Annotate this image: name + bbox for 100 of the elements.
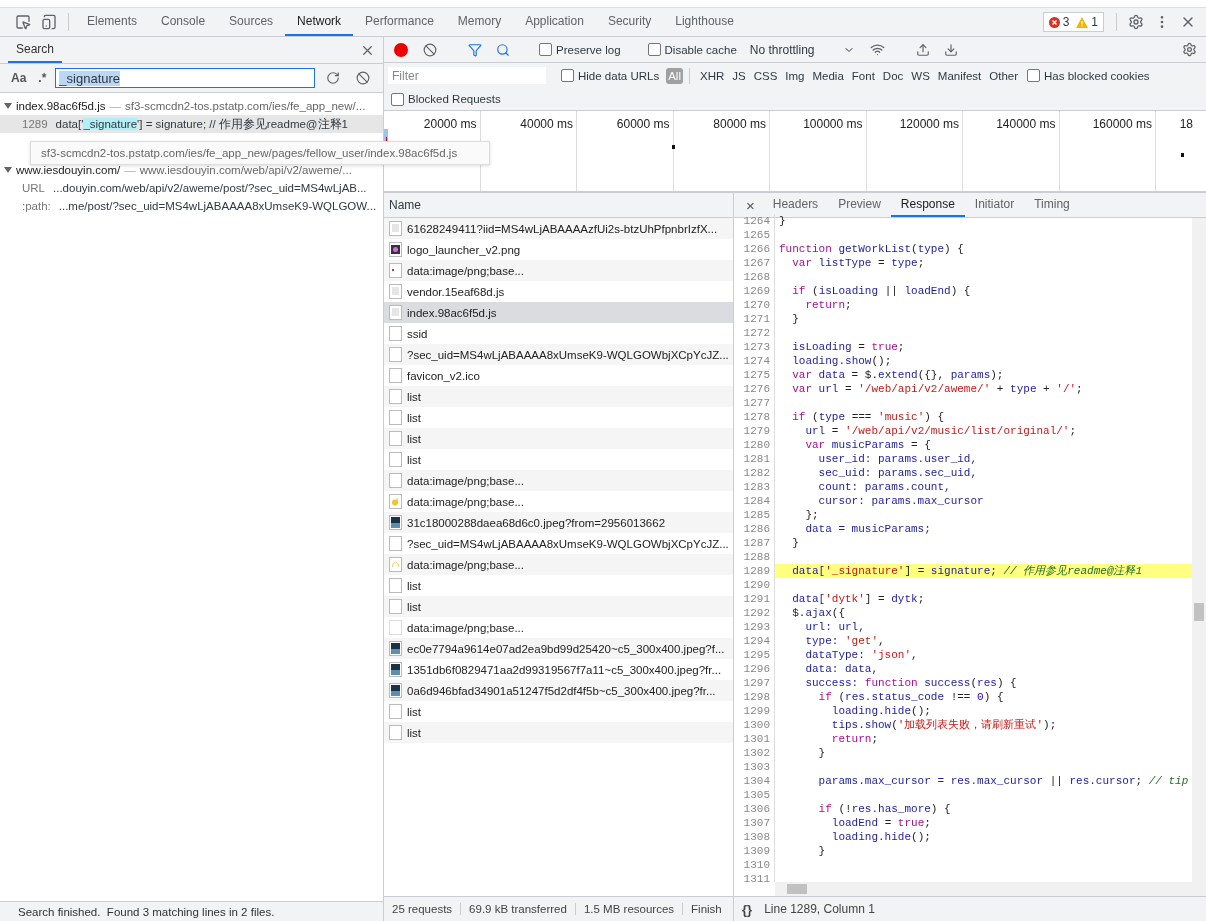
code-line: } <box>817 844 827 858</box>
panel-tab[interactable]: Console <box>149 8 218 36</box>
request-row[interactable]: list <box>384 386 733 407</box>
type-filter[interactable]: Img <box>783 67 807 84</box>
detail-tab[interactable]: Initiator <box>964 193 1025 217</box>
search-match[interactable]: :path: ...me/post/?sec_uid=MS4wLjABAAAA8xUmseK9-WQLGOW... <box>0 197 383 215</box>
search-match[interactable]: URL ...douyin.com/web/api/v2/aweme/post/?sec_uid=MS4wLjAB... <box>0 179 383 197</box>
line-number: 1290 <box>734 578 775 592</box>
image-file-icon <box>389 683 402 698</box>
panel-tab[interactable]: Security <box>595 8 664 36</box>
summary-text: 69.9 kB transferred <box>461 903 576 915</box>
horizontal-scrollbar[interactable] <box>775 882 1192 896</box>
vertical-scrollbar[interactable] <box>1192 218 1206 896</box>
file-icon <box>389 389 402 404</box>
type-filter[interactable]: Other <box>987 67 1021 84</box>
line-number: 1282 <box>734 466 775 480</box>
type-filter[interactable]: Font <box>849 67 877 84</box>
request-row[interactable]: index.98ac6f5d.js <box>384 302 733 323</box>
code-line: $.ajax({ <box>791 606 846 620</box>
request-row[interactable]: 61628249411?iid=MS4wLjABAAAAzfUi2s-btzUhPfpnbrIzfX... <box>384 218 733 239</box>
request-row[interactable]: 31c18000288daea68d6c0.jpeg?from=2956013662 <box>384 512 733 533</box>
wifi-icon[interactable] <box>869 42 885 57</box>
file-icon <box>389 431 402 446</box>
panel-tab[interactable]: Memory <box>445 8 514 36</box>
clear-icon[interactable] <box>356 71 370 85</box>
request-row[interactable]: ec0e7794a9614e07ad2ea9bd99d25420~c5_300x400.jpeg?f... <box>384 638 733 659</box>
file-name: index.98ac6f5d.js <box>16 100 106 112</box>
record-button[interactable] <box>394 42 408 57</box>
line-number: 1304 <box>734 774 775 788</box>
code-line: } <box>778 214 787 228</box>
request-row[interactable]: list <box>384 722 733 743</box>
time-tick: 100000 ms <box>803 117 863 131</box>
caret-icon[interactable] <box>4 102 12 110</box>
type-filter[interactable]: Doc <box>880 67 906 84</box>
detail-tab[interactable]: Timing <box>1024 193 1080 217</box>
code-line: var musicParams = { <box>804 438 932 452</box>
checkbox[interactable]: Disable cache <box>647 43 737 56</box>
type-filter[interactable]: XHR <box>697 67 727 84</box>
summary-text: 1.5 MB resources <box>575 903 684 915</box>
time-tick: 40000 ms <box>520 117 573 131</box>
detail-tab[interactable]: Preview <box>828 193 891 217</box>
type-filter[interactable]: CSS <box>751 67 780 84</box>
refresh-icon[interactable] <box>326 71 340 85</box>
checkbox[interactable]: Blocked Requests <box>391 92 501 106</box>
pretty-print-button[interactable]: {} <box>742 901 753 917</box>
line-number: 1271 <box>734 312 775 326</box>
filter-icon[interactable] <box>468 42 482 57</box>
line-number: 1297 <box>734 676 775 690</box>
type-filter[interactable]: WS <box>909 67 932 84</box>
panel-tab[interactable]: Elements <box>75 8 150 36</box>
filter-field[interactable]: Filter <box>388 67 546 84</box>
request-row[interactable]: data:image/png;base... <box>384 260 733 281</box>
script-file-icon <box>389 284 402 299</box>
close-button[interactable]: × <box>738 193 763 217</box>
request-row[interactable]: ?sec_uid=MS4wLjABAAAA8xUmseK9-WQLGOWbjXCpYcJZ... <box>384 344 733 365</box>
search-field[interactable]: _signature <box>55 68 315 88</box>
summary-text: 25 requests <box>384 903 462 915</box>
column-header[interactable]: Name <box>389 198 421 212</box>
panel-tab[interactable]: Lighthouse <box>663 8 746 36</box>
settings-icon[interactable] <box>1182 42 1197 57</box>
request-row[interactable]: data:image/png;base... <box>384 554 733 575</box>
time-tick: 20000 ms <box>423 117 477 131</box>
panel-tab[interactable]: Application <box>513 8 596 36</box>
regex-button[interactable]: .* <box>35 71 50 85</box>
request-row[interactable]: data:image/png;base... <box>384 470 733 491</box>
search-icon[interactable] <box>496 42 510 57</box>
warning-count: 1 <box>1091 15 1098 29</box>
checkbox[interactable]: Has blocked cookies <box>1027 69 1150 82</box>
type-filter[interactable]: Media <box>810 67 846 84</box>
panel-tab[interactable]: Performance <box>353 8 446 36</box>
download-icon[interactable] <box>943 42 958 57</box>
error-icon <box>1048 16 1060 28</box>
caret-icon[interactable] <box>4 166 12 174</box>
request-row[interactable]: list <box>384 428 733 449</box>
line-number: 1300 <box>734 718 775 732</box>
code-line: if (!res.has_more) { <box>817 802 952 816</box>
panel-tab[interactable]: Sources <box>217 8 286 36</box>
file-url: www.iesdouyin.com/web/api/v2/aweme/... <box>139 164 352 176</box>
type-filter[interactable]: Manifest <box>935 67 984 84</box>
request-row[interactable]: 0a6d946bfad34901a51247f5d2df4f5b~c5_300x400.jpeg?fr... <box>384 680 733 701</box>
code-line: count: params.count, <box>817 480 952 494</box>
line-number: 1276 <box>734 382 775 396</box>
type-filter[interactable]: JS <box>730 67 748 84</box>
line-number: 1298 <box>734 690 775 704</box>
issues-badge[interactable]: 3 1 <box>1042 12 1104 32</box>
upload-icon[interactable] <box>915 42 930 57</box>
throttling-dropdown[interactable]: No throttling <box>743 41 861 58</box>
search-match[interactable]: 1289 data['_signature'] = signature; // 作用参见readme@注释1 <box>0 115 383 133</box>
line-number: 1270 <box>734 298 775 312</box>
checkbox[interactable]: Hide data URLs <box>561 69 660 82</box>
clear-icon[interactable] <box>423 42 437 57</box>
match-text: data['_signature'] = signature; // 作用参见readme@注释1 <box>55 116 348 132</box>
image-file-icon <box>389 620 402 635</box>
match-case-button[interactable]: Aa <box>8 71 30 85</box>
request-row[interactable]: list <box>384 596 733 617</box>
detail-tab[interactable]: Headers <box>762 193 829 217</box>
search-status: Search finished. Found 3 matching lines in 2 files. <box>18 905 275 918</box>
detail-tab[interactable]: Response <box>890 193 965 217</box>
checkbox[interactable]: Preserve log <box>539 43 621 56</box>
time-tick: 160000 ms <box>1092 117 1152 131</box>
